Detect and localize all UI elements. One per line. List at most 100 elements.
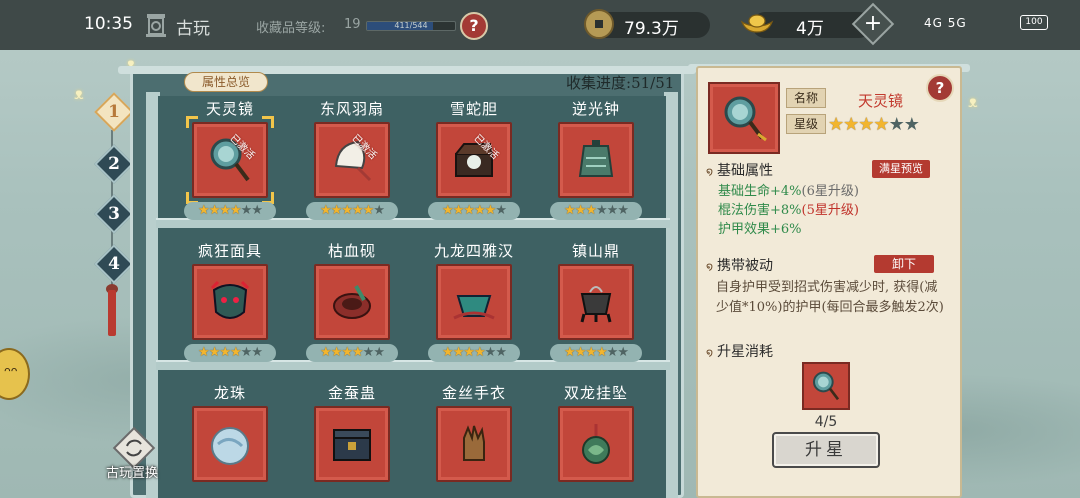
shelf-item[interactable]: 龙珠: [180, 382, 280, 498]
item-tile[interactable]: [314, 406, 390, 482]
star-filled-icon: ★: [843, 114, 859, 135]
star-filled-icon: ★: [452, 203, 465, 218]
item-tile[interactable]: [558, 406, 634, 482]
shelf-right-post: [664, 92, 678, 498]
shelf-item[interactable]: 金蚕蛊: [302, 382, 402, 498]
shelf-item[interactable]: 天灵镜 已激活 ★★★★★★: [180, 98, 280, 228]
tassel-icon: [108, 290, 116, 336]
attribute-overview-button[interactable]: 属性总览: [184, 72, 268, 92]
item-tile[interactable]: 已激活: [314, 122, 390, 198]
detail-help-button[interactable]: ?: [926, 74, 954, 102]
add-gold-button[interactable]: +: [851, 2, 895, 46]
cost-count: 4/5: [814, 414, 838, 430]
star-empty-icon: ★: [240, 203, 253, 218]
star-filled-icon: ★: [330, 345, 343, 360]
star-filled-icon: ★: [463, 345, 475, 360]
star-empty-icon: ★: [495, 345, 507, 360]
star-empty-icon: ★: [251, 345, 263, 360]
item-name: 双龙挂坠: [563, 384, 628, 402]
star-filled-icon: ★: [474, 203, 486, 218]
gold-amount: 4万: [796, 19, 824, 39]
star-filled-icon: ★: [442, 345, 454, 360]
shelf-item[interactable]: 双龙挂坠: [546, 382, 646, 498]
star-filled-icon: ★: [320, 345, 332, 360]
star-filled-icon: ★: [341, 345, 353, 360]
shelf-item[interactable]: 雪蛇胆 已激活 ★★★★★★: [424, 98, 524, 228]
item-tile[interactable]: [558, 122, 634, 198]
star-filled-icon: ★: [219, 345, 231, 360]
unload-button[interactable]: 卸下: [874, 255, 934, 273]
star-filled-icon: ★: [574, 203, 587, 218]
copper-coin-icon: [584, 9, 614, 39]
antique-icon: [146, 14, 166, 37]
star-rating: ★★★★★★: [550, 344, 642, 362]
star-up-button[interactable]: 升星: [772, 432, 880, 468]
item-tile[interactable]: 已激活: [192, 122, 268, 198]
star-filled-icon: ★: [198, 203, 210, 218]
star-filled-icon: ★: [198, 345, 210, 360]
star-filled-icon: ★: [230, 345, 242, 360]
star-empty-icon: ★: [495, 203, 507, 218]
mask-icon: [210, 280, 250, 319]
star-filled-icon: ★: [596, 345, 608, 360]
star-filled-icon: ★: [230, 203, 242, 218]
star-filled-icon: ★: [219, 203, 231, 218]
antique-swap-label[interactable]: 古玩置换: [106, 462, 158, 481]
cost-item-tile[interactable]: [802, 362, 850, 410]
shelf-item[interactable]: 逆光钟 ★★★★★★: [546, 98, 646, 228]
help-button[interactable]: ?: [460, 12, 488, 40]
star-filled-icon: ★: [828, 114, 844, 135]
star-rating: ★★★★★★: [428, 202, 520, 220]
star-filled-icon: ★: [208, 345, 221, 360]
item-name: 金蚕蛊: [327, 384, 376, 402]
attribute-line: 基础生命+4%(6星升级): [718, 184, 859, 199]
star-filled-icon: ★: [474, 345, 486, 360]
star-rating: ★★★★★★: [184, 202, 276, 220]
attribute-line: 棍法伤害+8%(5星升级): [718, 203, 859, 218]
item-tile[interactable]: [192, 264, 268, 340]
star-filled-icon: ★: [352, 203, 364, 218]
star-filled-icon: ★: [574, 345, 587, 360]
item-tile[interactable]: 已激活: [436, 122, 512, 198]
star-empty-icon: ★: [606, 345, 619, 360]
item-name: 东风羽扇: [319, 100, 384, 118]
shelf-item[interactable]: 枯血砚 ★★★★★★: [302, 240, 402, 370]
butterfly-icon: ᴥ: [968, 92, 978, 111]
item-tile[interactable]: [436, 264, 512, 340]
shelf-item[interactable]: 镇山鼎 ★★★★★★: [546, 240, 646, 370]
swirl-icon: ໑: [706, 165, 714, 178]
top-bar: 10:35 古玩 收藏品等级: 19 411/544 ? 79.3万 4万 + …: [0, 0, 1080, 50]
item-tile[interactable]: [192, 406, 268, 482]
inkstone-icon: [333, 285, 371, 319]
full-star-preview-button[interactable]: 满星预览: [872, 160, 930, 178]
star-filled-icon: ★: [452, 345, 465, 360]
chest-icon: [333, 429, 371, 461]
shelf-item[interactable]: 东风羽扇 已激活 ★★★★★★: [302, 98, 402, 228]
star-filled-icon: ★: [484, 203, 497, 218]
star-filled-icon: ★: [341, 203, 353, 218]
star-empty-icon: ★: [903, 114, 920, 135]
star-empty-icon: ★: [596, 203, 608, 218]
item-name: 疯狂面具: [197, 242, 262, 260]
cauldron-icon: [580, 286, 612, 323]
item-tile[interactable]: [314, 264, 390, 340]
system-status-icons: 4G 5G: [924, 16, 967, 30]
shelf-item[interactable]: 九龙四雅汉 ★★★★★★: [424, 240, 524, 370]
star-filled-icon: ★: [564, 203, 576, 218]
star-rating: ★★★★★★: [306, 344, 398, 362]
swirl-icon: ໑: [706, 346, 714, 359]
shelf-item[interactable]: 疯狂面具 ★★★★★★: [180, 240, 280, 370]
star-rating: ★★★★★★: [184, 344, 276, 362]
attribute-line: 护甲效果+6%: [718, 222, 802, 237]
butterfly-icon: ᴥ: [74, 84, 84, 103]
gold-ingot-icon: [740, 14, 774, 33]
star-filled-icon: ★: [330, 203, 343, 218]
shelf-item[interactable]: 金丝手衣: [424, 382, 524, 498]
star-empty-icon: ★: [617, 345, 629, 360]
star-filled-icon: ★: [585, 203, 597, 218]
item-tile[interactable]: [558, 264, 634, 340]
item-tile[interactable]: [436, 406, 512, 482]
page-title: 古玩: [176, 19, 210, 39]
star-rating: ★★★★★★: [550, 202, 642, 220]
star-filled-icon: ★: [362, 203, 375, 218]
